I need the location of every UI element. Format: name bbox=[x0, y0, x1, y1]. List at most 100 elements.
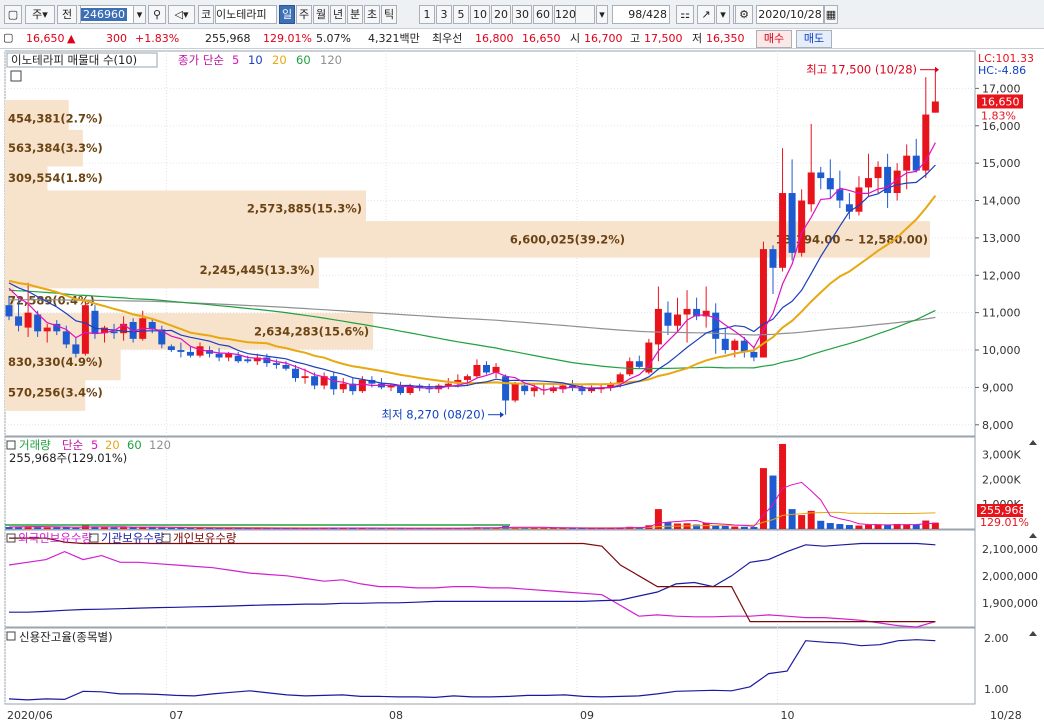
price-tick-label: 9,000 bbox=[982, 381, 1014, 394]
period-button-일[interactable]: 일 bbox=[279, 5, 295, 24]
interval-button-30[interactable]: 30 bbox=[512, 5, 532, 24]
price-panel-title: 이노테라피 매물대 수(10) bbox=[11, 53, 137, 67]
date-field[interactable]: 2020/10/28 bbox=[756, 5, 824, 24]
low-arrow-head bbox=[500, 411, 504, 418]
trade-amount: 4,321백만 bbox=[368, 32, 420, 45]
period-button-틱[interactable]: 틱 bbox=[381, 5, 397, 24]
gear-icon[interactable]: ⚙ bbox=[735, 5, 753, 24]
candle-body bbox=[683, 308, 691, 315]
credit-line bbox=[8, 639, 936, 701]
volume-bar bbox=[72, 527, 80, 529]
draw-tool-icon[interactable]: ↗ bbox=[697, 5, 715, 24]
period-select[interactable]: 주▾ bbox=[25, 5, 55, 24]
candle-body bbox=[186, 351, 194, 356]
candle-body bbox=[167, 346, 175, 351]
profile-label: 830,330(4.9%) bbox=[8, 355, 103, 369]
chevron-down-icon[interactable]: ▾ bbox=[596, 5, 608, 24]
interval-button-10[interactable]: 10 bbox=[470, 5, 490, 24]
interval-button-1[interactable]: 1 bbox=[419, 5, 435, 24]
search-icon[interactable]: ⚲ bbox=[148, 5, 166, 24]
volume-bar bbox=[788, 509, 796, 529]
x-tick-label: 10/28 bbox=[990, 709, 1022, 722]
volume-bar bbox=[759, 468, 767, 529]
low-label: 저 bbox=[692, 32, 703, 45]
volume-bar bbox=[43, 527, 51, 529]
change-percent: +1.83% bbox=[135, 32, 180, 45]
interval-button-120[interactable]: 120 bbox=[554, 5, 576, 24]
period-button-주[interactable]: 주 bbox=[296, 5, 312, 24]
best-bid: 16,650 bbox=[522, 32, 561, 45]
open-price: 16,700 bbox=[584, 32, 623, 45]
stock-name-field[interactable]: 이노테라피 bbox=[215, 5, 277, 24]
period-button-년[interactable]: 년 bbox=[330, 5, 346, 24]
interval-button-60[interactable]: 60 bbox=[533, 5, 553, 24]
candle-body bbox=[272, 363, 280, 365]
interval-button-20[interactable]: 20 bbox=[491, 5, 511, 24]
ma-period-120: 120 bbox=[320, 53, 342, 67]
turnover-percent: 5.07% bbox=[316, 32, 351, 45]
candle-body bbox=[826, 178, 834, 190]
volume-bar bbox=[158, 527, 166, 529]
holdings-tick-label: 2,000,000 bbox=[982, 570, 1038, 583]
candle-body bbox=[444, 383, 452, 386]
market-button[interactable]: 코 bbox=[198, 5, 214, 24]
profile-label: 2,245,445(13.3%) bbox=[200, 263, 315, 277]
price-tick-label: 13,000 bbox=[982, 232, 1021, 245]
period-button-분[interactable]: 분 bbox=[347, 5, 363, 24]
candle-body bbox=[473, 364, 481, 377]
chevron-down-icon[interactable]: ▾ bbox=[133, 5, 146, 24]
candle-body bbox=[282, 364, 290, 369]
ma-period-20: 20 bbox=[272, 53, 287, 67]
period-button-초[interactable]: 초 bbox=[364, 5, 380, 24]
volume-bar bbox=[912, 524, 920, 529]
profile-label: 563,384(3.3%) bbox=[8, 141, 103, 155]
holdings-tick-label: 2,100,000 bbox=[982, 543, 1038, 556]
volume-bar bbox=[769, 475, 777, 529]
interval-button-3[interactable]: 3 bbox=[436, 5, 452, 24]
x-tick-label: 07 bbox=[169, 709, 183, 722]
candle-body bbox=[721, 338, 729, 351]
credit-line bbox=[8, 639, 936, 701]
candle-body bbox=[817, 172, 825, 179]
period-button-월[interactable]: 월 bbox=[313, 5, 329, 24]
interval-button-5[interactable]: 5 bbox=[453, 5, 469, 24]
ma-period-60: 60 bbox=[296, 53, 311, 67]
period-select-value: 주 bbox=[32, 8, 43, 21]
candle-body bbox=[865, 178, 872, 188]
candle-body bbox=[301, 376, 309, 379]
candle-body bbox=[798, 200, 806, 253]
candle-body bbox=[635, 361, 643, 367]
count-input[interactable]: 98 bbox=[628, 8, 642, 21]
current-pct-label: 1.83% bbox=[981, 109, 1016, 122]
window-icon[interactable]: ▢ bbox=[4, 5, 22, 24]
low-annotation: 최저 8,270 (08/20) bbox=[381, 408, 485, 422]
volume-bar bbox=[855, 525, 863, 529]
volume-bar bbox=[750, 527, 758, 529]
calendar-icon[interactable]: ▦ bbox=[824, 5, 838, 24]
low-price: 16,350 bbox=[706, 32, 745, 45]
stock-code-input[interactable]: 246960 bbox=[81, 8, 127, 21]
view-select[interactable]: 전 bbox=[57, 5, 77, 24]
chart-type-icon[interactable]: ⚏ bbox=[676, 5, 694, 24]
sell-button[interactable]: 매도 bbox=[796, 30, 832, 48]
best-ask-label: 최우선 bbox=[432, 32, 463, 45]
candle-body bbox=[196, 346, 204, 356]
x-tick-label: 09 bbox=[580, 709, 594, 722]
volume-bar bbox=[798, 515, 806, 529]
buy-button[interactable]: 매수 bbox=[756, 30, 792, 48]
candle-body bbox=[807, 172, 815, 205]
candle-body bbox=[330, 376, 338, 390]
current-price-tag-label: 16,650 bbox=[981, 95, 1020, 108]
holdings-line-0 bbox=[8, 550, 936, 628]
candle-body bbox=[674, 314, 681, 326]
interval-dropdown[interactable] bbox=[573, 5, 595, 24]
price-tick-label: 15,000 bbox=[982, 157, 1021, 170]
x-tick-label: 08 bbox=[389, 709, 403, 722]
candle-body bbox=[521, 385, 529, 392]
indicator-icon[interactable]: ▢ bbox=[3, 30, 13, 48]
profile-label: 2,573,885(15.3%) bbox=[247, 202, 362, 216]
speaker-icon[interactable]: ◁▾ bbox=[168, 5, 195, 24]
candle-body bbox=[664, 312, 672, 326]
volume-ma-period-120: 120 bbox=[149, 438, 171, 452]
chevron-down-icon[interactable]: ▾ bbox=[716, 5, 730, 24]
